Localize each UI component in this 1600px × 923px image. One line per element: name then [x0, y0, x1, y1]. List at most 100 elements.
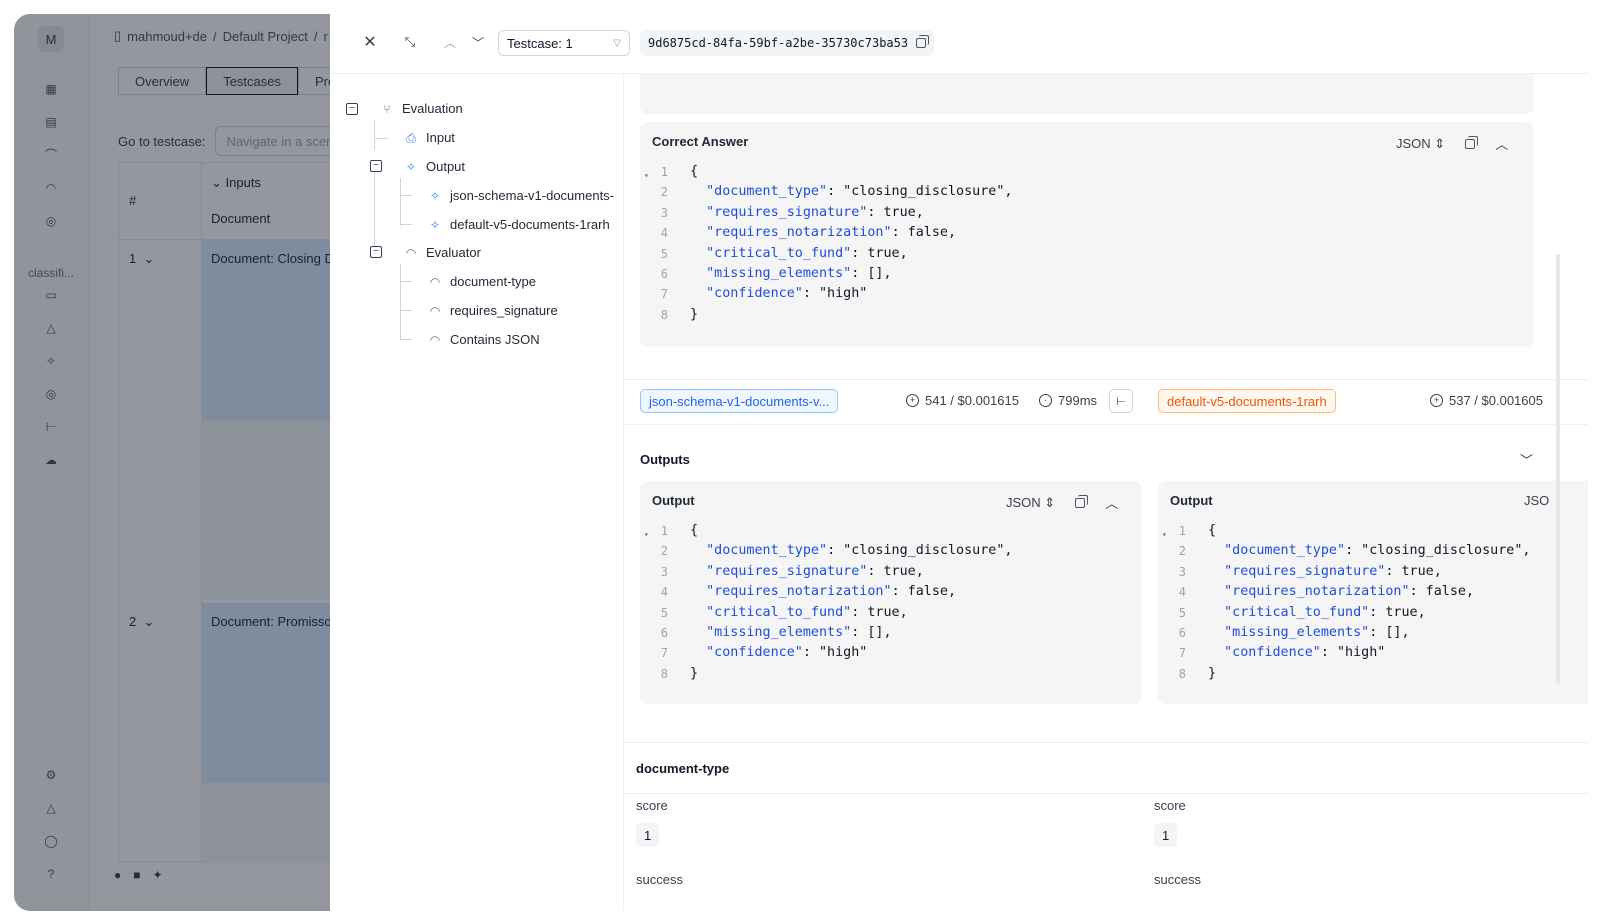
tree-line: [400, 178, 401, 226]
testcase-drawer: ✕ ⤡ ︿ ﹀ Testcase: 1 ▽ 9d6875cd-84fa-59bf…: [330, 14, 1588, 911]
tree-line: [400, 195, 412, 196]
code-line: "document_type": "closing_disclosure",: [706, 543, 1013, 559]
tree-line: [374, 138, 388, 139]
code-line: }: [690, 306, 699, 322]
gauge-icon: ◠: [429, 332, 441, 347]
code-line: {: [690, 523, 699, 538]
chevron-down-icon[interactable]: ﹀: [468, 32, 488, 52]
sparkle-icon: ✧: [429, 188, 441, 203]
gauge-icon: ◠: [405, 245, 417, 260]
divider: [624, 793, 1588, 794]
code-line: "critical_to_fund": true,: [706, 245, 908, 261]
score-label: score: [1154, 798, 1186, 813]
copy-icon[interactable]: [1465, 135, 1479, 149]
modal-overlay[interactable]: [14, 14, 330, 911]
score-label: score: [636, 798, 668, 813]
drawer-toolbar: ✕ ⤡ ︿ ﹀ Testcase: 1 ▽ 9d6875cd-84fa-59bf…: [330, 14, 1588, 74]
format-select[interactable]: JSON ⇕: [1006, 495, 1055, 511]
inbox-icon: ⎙: [406, 130, 416, 145]
output-card: Output JSON ⇕ ︿ ▾ 1{ 2 "document_type": …: [640, 481, 1142, 704]
code-line: "critical_to_fund": true,: [1224, 604, 1426, 620]
tree-node-label: Evaluation: [402, 101, 463, 116]
app-window: M ▦ ▤ ⌒ ◠ ◎ classifi... ▭ △ ✧ ◎ ⊢ ☁ ⚙ △ …: [14, 14, 1588, 911]
output-card: Output JSO ▾ 1{ 2 "document_type": "clos…: [1158, 481, 1588, 704]
tree-line: [400, 281, 412, 282]
fold-icon[interactable]: ▾: [644, 525, 649, 545]
success-label: success: [1154, 872, 1201, 887]
trace-tree: − ⑂ Evaluation ⎙ Input − ✧ Output ✧ json…: [330, 74, 624, 911]
vertical-scrollbar[interactable]: [1556, 254, 1560, 684]
format-select[interactable]: JSO: [1524, 493, 1549, 508]
trace-button[interactable]: ⊢: [1109, 389, 1133, 413]
chevron-up-icon[interactable]: ︿: [1495, 134, 1508, 153]
format-value: JSON: [1396, 135, 1431, 151]
fold-icon[interactable]: ▾: [1162, 525, 1167, 545]
coin-icon: +: [1430, 394, 1443, 407]
close-icon[interactable]: ✕: [360, 32, 380, 52]
score-value: 1: [1154, 823, 1178, 847]
chevron-up-icon[interactable]: ︿: [440, 32, 460, 52]
tree-node-evaluation[interactable]: ⑂ Evaluation: [380, 101, 463, 116]
tree-node-label: Contains JSON: [450, 332, 540, 347]
coin-icon: +: [906, 394, 919, 407]
tree-line: [374, 166, 375, 252]
tree-node-label: Evaluator: [426, 245, 481, 260]
card-title: Correct Answer: [652, 134, 749, 149]
code-line: "requires_notarization": false,: [1224, 584, 1475, 600]
code-line: {: [690, 164, 699, 179]
code-line: "requires_notarization": false,: [706, 225, 957, 241]
tree-node-evaluator-item[interactable]: ◠ Contains JSON: [428, 332, 540, 347]
timer-icon: ·: [1039, 394, 1052, 407]
format-select[interactable]: JSON ⇕: [1396, 136, 1445, 152]
card-controls: JSON ⇕ ︿: [1006, 493, 1118, 512]
tree-line: [400, 310, 412, 311]
expand-icon[interactable]: ⤡: [400, 32, 420, 52]
code-line: "requires_signature": true,: [706, 204, 924, 220]
testcase-select[interactable]: Testcase: 1 ▽: [498, 30, 630, 56]
card-title: Output: [1170, 493, 1213, 508]
gauge-icon: ◠: [429, 303, 441, 318]
tree-line: [400, 339, 412, 340]
tree-line: [400, 224, 412, 225]
collapse-evaluator-button[interactable]: −: [370, 246, 382, 258]
tokens-cost: + 541 / $0.001615: [906, 393, 1019, 408]
detail-panel: Correct Answer JSON ⇕ ︿ ▾ 1{ 2 "document…: [624, 74, 1588, 911]
tree-node-label: Output: [426, 159, 466, 174]
workflow-icon: ⑂: [383, 101, 391, 116]
tokens-cost: + 537 / $0.001605: [1430, 393, 1543, 408]
tree-node-output[interactable]: ✧ Output: [404, 159, 465, 174]
format-value: JSON: [1006, 494, 1041, 510]
chevron-down-icon[interactable]: ﹀: [1520, 450, 1533, 469]
tree-node-output-run[interactable]: ✧ json-schema-v1-documents-: [428, 188, 614, 203]
code-line: "missing_elements": [],: [706, 625, 892, 640]
card-title: Output: [652, 493, 695, 508]
copy-icon[interactable]: [1075, 494, 1089, 508]
code-line: "missing_elements": [],: [1224, 625, 1410, 640]
copy-icon[interactable]: [916, 35, 930, 48]
code-line: {: [1208, 523, 1217, 538]
code-line: "missing_elements": [],: [706, 266, 892, 281]
code-line: "confidence": "high": [706, 286, 868, 302]
tokens-cost-value: 537 / $0.001605: [1449, 393, 1543, 408]
tree-node-evaluator[interactable]: ◠ Evaluator: [404, 245, 481, 260]
collapse-evaluation-button[interactable]: −: [346, 103, 358, 115]
sparkle-icon: ✧: [429, 217, 441, 232]
card-controls: JSO: [1524, 493, 1549, 508]
card-controls: JSON ⇕ ︿: [1396, 134, 1508, 153]
tree-node-label: json-schema-v1-documents-: [450, 188, 615, 203]
code-line: "confidence": "high": [1224, 645, 1386, 661]
tree-node-label: document-type: [450, 274, 536, 289]
tree-node-output-run[interactable]: ✧ default-v5-documents-1rarh: [428, 217, 610, 232]
code-line: }: [1208, 665, 1217, 681]
collapse-output-button[interactable]: −: [370, 160, 382, 172]
fold-icon[interactable]: ▾: [644, 166, 649, 186]
tree-node-input[interactable]: ⎙ Input: [404, 130, 455, 145]
chevron-up-icon[interactable]: ︿: [1105, 493, 1118, 512]
tree-node-evaluator-item[interactable]: ◠ document-type: [428, 274, 536, 289]
tree-node-evaluator-item[interactable]: ◠ requires_signature: [428, 303, 558, 318]
code-line: "requires_notarization": false,: [706, 584, 957, 600]
latency-value: 799ms: [1058, 393, 1098, 408]
run-tag[interactable]: json-schema-v1-documents-v...: [640, 389, 839, 413]
run-tag[interactable]: default-v5-documents-1rarh: [1158, 389, 1336, 413]
outputs-title: Outputs: [640, 452, 690, 467]
